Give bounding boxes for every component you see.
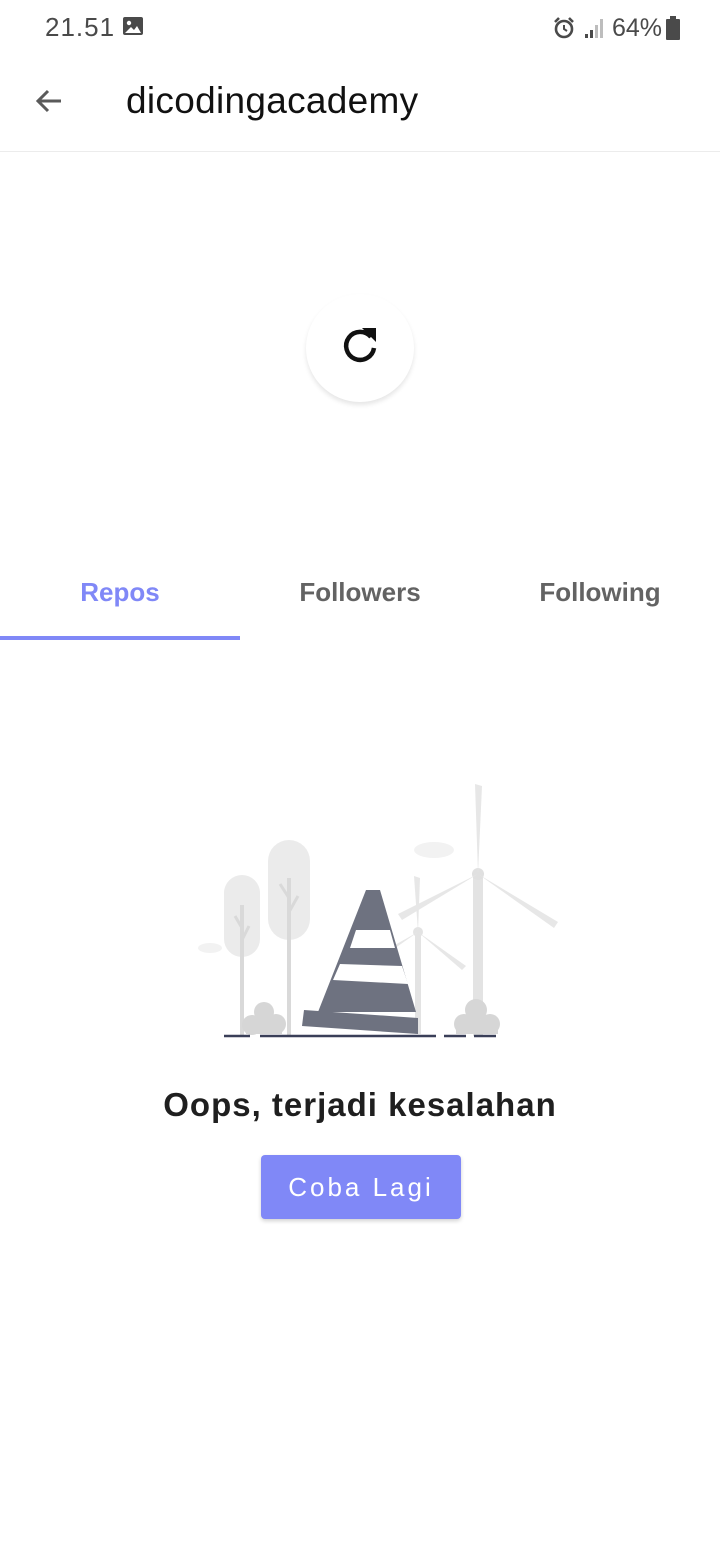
status-right-group: 64%	[552, 12, 680, 44]
tab-label: Followers	[299, 576, 421, 607]
signal-icon	[584, 17, 606, 39]
page-title: dicodingacademy	[126, 80, 419, 121]
retry-button[interactable]: Coba Lagi	[261, 1155, 461, 1219]
back-button[interactable]	[24, 78, 74, 128]
battery-icon	[666, 16, 680, 40]
tab-repos[interactable]: Repos	[0, 548, 240, 640]
tab-following[interactable]: Following	[480, 548, 720, 640]
tab-followers[interactable]: Followers	[240, 548, 480, 640]
refresh-button[interactable]	[306, 294, 414, 402]
error-message: Oops, terjadi kesalahan	[163, 1086, 557, 1123]
alarm-icon	[552, 16, 576, 40]
status-time: 21.51	[45, 12, 116, 42]
battery-percentage: 64%	[611, 13, 662, 42]
arrow-left-icon	[33, 85, 65, 122]
gallery-icon	[122, 16, 144, 36]
tab-label: Repos	[80, 576, 160, 607]
app-bar: dicodingacademy	[0, 56, 720, 152]
error-illustration	[190, 780, 570, 1042]
refresh-icon	[338, 324, 382, 373]
user-detail-screen: 21.51 64% dicodingacademy Repos Follower…	[0, 0, 720, 1560]
status-bar: 21.51 64%	[0, 0, 720, 56]
tab-bar: Repos Followers Following	[0, 548, 720, 640]
tab-indicator	[0, 636, 240, 640]
tab-label: Following	[539, 576, 661, 607]
